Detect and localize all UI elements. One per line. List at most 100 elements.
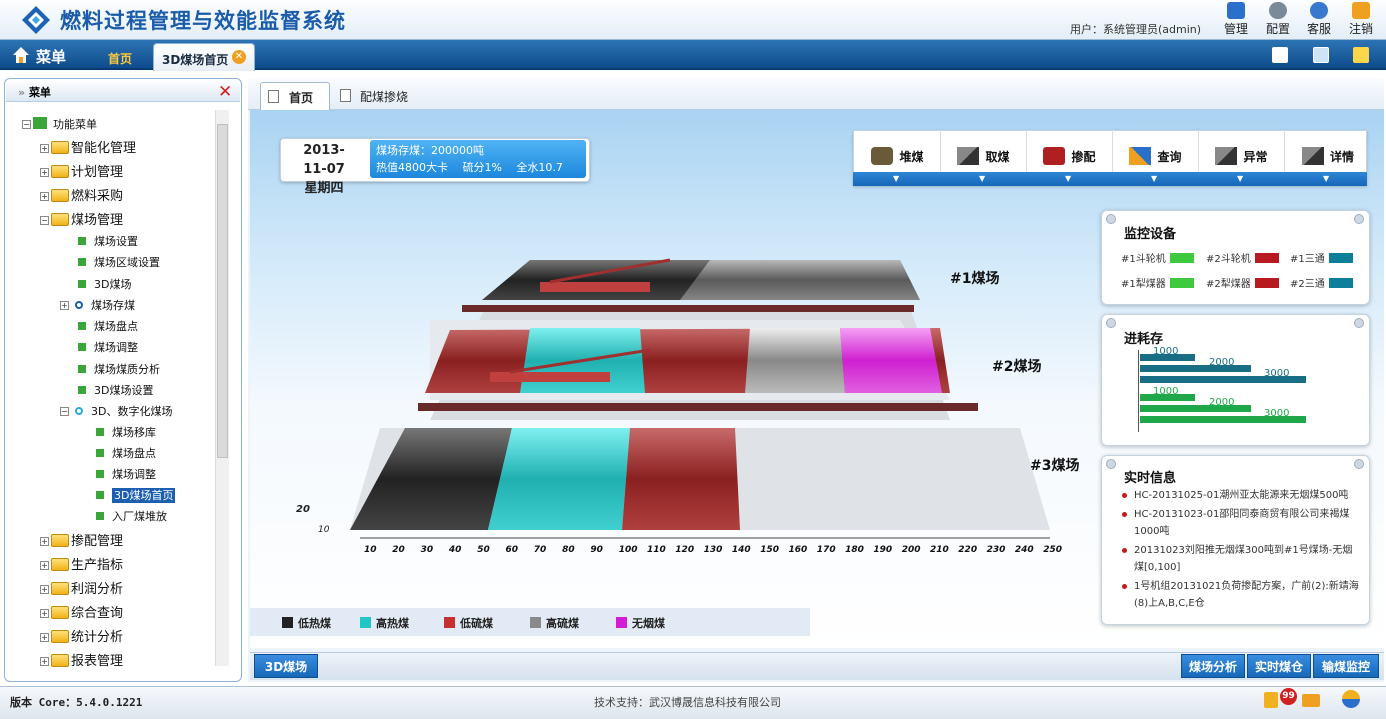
gears-icon <box>1269 2 1287 19</box>
inventory-bar-label: 2000 <box>1209 397 1235 408</box>
scrollbar-thumb[interactable] <box>217 124 228 458</box>
tree-item-production[interactable]: + 生产指标 <box>40 554 123 573</box>
tree-root[interactable]: − 功能菜单 <box>22 116 97 132</box>
tree-item-statistics[interactable]: + 统计分析 <box>40 626 123 645</box>
support-button[interactable]: 客服 <box>1303 2 1335 37</box>
chevron-down-icon[interactable]: ▼ <box>1237 174 1243 183</box>
query-button[interactable]: 查询 <box>1113 130 1199 174</box>
date-display: 2013-11-07 星期四 <box>292 141 356 198</box>
content-tab-home[interactable]: 首页 <box>260 82 330 110</box>
yard-3-pile-low-sulfur <box>622 428 740 530</box>
chevron-down-icon[interactable]: ▼ <box>979 174 985 183</box>
tree-item-reports[interactable]: + 报表管理 <box>40 650 123 669</box>
yard-2-pile-anthracite <box>840 328 942 393</box>
chevron-down-icon[interactable]: ▼ <box>893 174 899 183</box>
stack-coal-button[interactable]: 堆煤 <box>855 130 941 174</box>
tree-item-yard-stock[interactable]: + 煤场存煤 <box>60 297 135 313</box>
tree-item-3d-settings[interactable]: 3D煤场设置 <box>78 382 153 398</box>
admin-button[interactable]: 管理 <box>1220 2 1252 37</box>
tree-item-inbound[interactable]: 入厂煤堆放 <box>96 508 167 524</box>
tree-item-quality[interactable]: 煤场煤质分析 <box>78 361 160 377</box>
x-axis-tick-label: 90 <box>590 545 603 555</box>
x-axis-tick-label: 40 <box>448 545 462 555</box>
expand-icon: + <box>40 633 49 642</box>
tree-item-zone-settings[interactable]: 煤场区域设置 <box>78 254 160 270</box>
tree-item-3d-home[interactable]: 3D煤场首页 <box>96 487 176 503</box>
alert-button[interactable]: 异常 <box>1199 130 1285 174</box>
x-axis-tick-label: 120 <box>675 545 695 555</box>
realtime-item[interactable]: 1号机组20131021负荷掺配方案，广前(2):新靖海(8)上A,B,C,E仓 <box>1122 578 1362 612</box>
x-axis-tick-label: 50 <box>477 545 490 555</box>
tree-item-stocktake[interactable]: 煤场盘点 <box>96 445 156 461</box>
notification-badge[interactable]: 99 <box>1280 688 1297 705</box>
logout-button[interactable]: 注销 <box>1345 2 1377 37</box>
users-icon[interactable] <box>1342 690 1360 708</box>
realtime-item[interactable]: HC-20131023-01邵阳同泰商贸有限公司来褐煤1000吨 <box>1122 506 1362 540</box>
close-tab-icon[interactable]: ✕ <box>232 50 246 64</box>
chevron-down-icon[interactable]: ▼ <box>1323 174 1329 183</box>
status-swatch <box>1169 253 1194 263</box>
export-icon[interactable] <box>1353 47 1369 63</box>
status-swatch <box>1169 278 1194 288</box>
chevron-down-icon[interactable]: ▼ <box>1065 174 1071 183</box>
legend-item: 无烟煤 <box>616 615 665 631</box>
tree-item-query[interactable]: + 综合查询 <box>40 602 123 621</box>
blend-button[interactable]: 掺配 <box>1027 130 1113 174</box>
realtime-item[interactable]: 20131023刘阳推无烟煤300吨到#1号煤场-无烟煤[0,100] <box>1122 542 1362 576</box>
yard-2-label: #2煤场 <box>992 359 1042 375</box>
tree-item-plan[interactable]: + 计划管理 <box>40 161 123 180</box>
tree-item-relocate[interactable]: 煤场移库 <box>96 424 156 440</box>
monitor-icon <box>1227 2 1245 19</box>
realtime-bunker-button[interactable]: 实时煤仓 <box>1247 654 1311 678</box>
logo-icon <box>22 6 50 34</box>
window-icon[interactable] <box>1313 47 1329 63</box>
sidebar-scrollbar[interactable] <box>215 110 229 666</box>
inventory-bar-label: 2000 <box>1209 357 1235 368</box>
tree-item-yard-adjust[interactable]: 煤场调整 <box>96 466 156 482</box>
legend-swatch <box>616 617 627 628</box>
stock-summary: 煤场存煤：200000吨 热值4800大卡 硫分1% 全水10.7 <box>370 140 586 178</box>
tab-3d-yard-home[interactable]: 3D煤场首页 ✕ <box>153 43 255 71</box>
x-axis-tick-label: 60 <box>505 545 519 555</box>
inventory-bar-label: 1000 <box>1153 346 1179 357</box>
tree-item-adjust[interactable]: 煤场调整 <box>78 339 138 355</box>
menu-toggle[interactable]: 菜单 <box>36 46 66 67</box>
tree-item-3d-yard[interactable]: 3D煤场 <box>78 276 131 292</box>
tree-item-blending[interactable]: + 掺配管理 <box>40 530 123 549</box>
tree-item-purchase[interactable]: + 燃料采购 <box>40 185 123 204</box>
tree-item-yard-mgmt[interactable]: − 煤场管理 <box>40 209 123 228</box>
config-button[interactable]: 配置 <box>1262 2 1294 37</box>
details-button[interactable]: 详情 <box>1285 130 1371 174</box>
x-axis-tick-label: 70 <box>533 545 547 555</box>
tree-item-yard-settings[interactable]: 煤场设置 <box>78 233 138 249</box>
conveyor-monitor-button[interactable]: 输煤监控 <box>1313 654 1379 678</box>
sidebar-close-icon[interactable]: ✕ <box>218 82 232 102</box>
content-tab-blend[interactable]: 配煤掺烧 <box>340 88 408 105</box>
tree-item-profit[interactable]: + 利润分析 <box>40 578 123 597</box>
x-axis-tick-label: 240 <box>1014 545 1034 555</box>
status-swatch <box>1254 278 1279 288</box>
tab-home[interactable]: 首页 <box>108 50 132 67</box>
yard-analysis-button[interactable]: 煤场分析 <box>1181 654 1245 678</box>
x-axis-tick-label: 190 <box>873 545 893 555</box>
x-axis-tick-label: 140 <box>731 545 751 555</box>
3d-yard-button[interactable]: 3D煤场 <box>254 654 318 678</box>
reclaim-coal-button[interactable]: 取煤 <box>941 130 1027 174</box>
mail-icon[interactable] <box>1302 694 1320 707</box>
pin-icon <box>1354 318 1364 328</box>
speaker-icon[interactable] <box>1264 692 1278 708</box>
x-axis-tick-label: 150 <box>760 545 779 555</box>
list-view-icon[interactable] <box>1272 47 1288 63</box>
pin-icon <box>1106 318 1116 328</box>
tree-item-inventory[interactable]: 煤场盘点 <box>78 318 138 334</box>
monitor-item: #2三通 <box>1290 275 1353 290</box>
realtime-item[interactable]: HC-20131025-01潮州亚太能源来无烟煤500吨 <box>1122 487 1362 504</box>
tree-item-digital-yard[interactable]: −3D、数字化煤场 <box>60 403 172 419</box>
expand-icon: + <box>40 561 49 570</box>
legend-swatch <box>282 617 293 628</box>
tree-item-smart[interactable]: + 智能化管理 <box>40 137 136 156</box>
chevron-down-icon[interactable]: ▼ <box>1151 174 1157 183</box>
expand-icon: + <box>40 609 49 618</box>
user-info: 用户：系统管理员(admin) <box>1070 23 1202 36</box>
x-axis-tick-label: 110 <box>647 545 666 555</box>
